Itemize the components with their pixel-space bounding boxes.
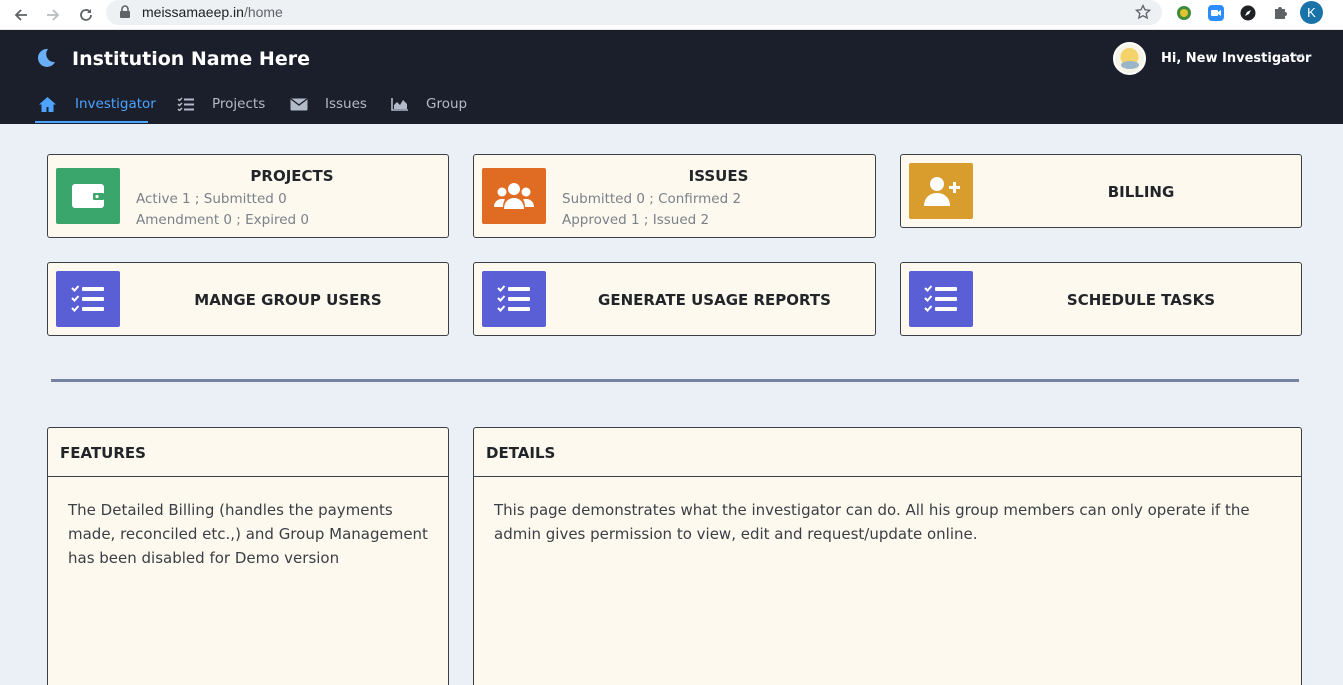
tasks-icon [909, 271, 973, 327]
issues-counts-line2: Approved 1 ; Issued 2 [562, 212, 710, 228]
card-title: MANGE GROUP USERS [194, 291, 382, 309]
compass-icon [1240, 5, 1256, 21]
reload-icon [80, 9, 92, 21]
panel-title: DETAILS [486, 444, 556, 462]
extension-globe[interactable] [1173, 2, 1195, 24]
projects-counts-line1: Active 1 ; Submitted 0 [136, 191, 287, 207]
details-panel: DETAILS This page demonstrates what the … [473, 427, 1302, 685]
tab-label: Group [426, 96, 468, 112]
generate-usage-reports-card[interactable]: GENERATE USAGE REPORTS [473, 262, 876, 336]
panel-header: DETAILS [474, 428, 1301, 477]
features-panel: FEATURES The Detailed Billing (handles t… [47, 427, 449, 685]
lock-icon [120, 5, 130, 18]
extensions-button[interactable] [1269, 2, 1291, 24]
wallet-icon [56, 168, 120, 224]
billing-card[interactable]: BILLING [900, 154, 1302, 228]
schedule-tasks-card[interactable]: SCHEDULE TASKS [900, 262, 1302, 336]
projects-card[interactable]: PROJECTS Active 1 ; Submitted 0 Amendmen… [47, 154, 449, 238]
arrow-left-icon [14, 9, 27, 21]
globe-extension-icon [1177, 6, 1191, 20]
tab-label: Investigator [75, 96, 156, 112]
user-greeting[interactable]: Hi, New Investigator [1161, 51, 1311, 66]
address-bar[interactable]: meissamaeep.in/home [106, 0, 1162, 25]
tab-group[interactable]: Group [391, 86, 467, 122]
user-avatar[interactable] [1113, 42, 1146, 75]
institution-name[interactable]: Institution Name Here [72, 48, 310, 70]
chevron-down-icon[interactable] [1294, 52, 1304, 60]
tasks-icon [482, 271, 546, 327]
section-divider [51, 379, 1299, 382]
puzzle-icon [1275, 7, 1287, 19]
back-button[interactable] [8, 2, 34, 28]
details-text: This page demonstrates what the investig… [494, 501, 1250, 543]
home-icon [38, 96, 60, 113]
features-text: The Detailed Billing (handles the paymen… [68, 501, 428, 567]
card-title: SCHEDULE TASKS [1066, 291, 1216, 309]
arrow-right-icon [47, 9, 60, 21]
tab-issues[interactable]: Issues [290, 86, 367, 122]
tasks-icon [56, 271, 120, 327]
issues-card[interactable]: ISSUES Submitted 0 ; Confirmed 2 Approve… [473, 154, 876, 238]
profile-avatar[interactable]: K [1300, 1, 1323, 24]
star-icon[interactable] [1135, 4, 1151, 20]
card-title: PROJECTS [250, 167, 334, 185]
users-icon [482, 168, 546, 224]
area-chart-icon [391, 97, 413, 111]
extension-zoom[interactable] [1205, 2, 1227, 24]
url-text: meissamaeep.in/home [142, 4, 283, 20]
reload-button[interactable] [73, 2, 99, 28]
active-tab-indicator [35, 121, 148, 123]
card-title: GENERATE USAGE REPORTS [598, 291, 831, 309]
moon-logo-icon [37, 48, 55, 67]
issues-counts-line1: Submitted 0 ; Confirmed 2 [562, 191, 742, 207]
browser-toolbar: meissamaeep.in/home K [0, 0, 1343, 30]
envelope-icon [290, 97, 312, 111]
panel-header: FEATURES [48, 428, 448, 477]
weather-avatar-icon [1120, 48, 1139, 69]
tab-investigator[interactable]: Investigator [38, 86, 156, 122]
panel-title: FEATURES [60, 444, 146, 462]
tab-label: Issues [325, 96, 367, 112]
card-title: BILLING [1107, 183, 1175, 201]
projects-counts-line2: Amendment 0 ; Expired 0 [136, 212, 309, 228]
manage-group-users-card[interactable]: MANGE GROUP USERS [47, 262, 449, 336]
url-host: meissamaeep.in [142, 4, 244, 20]
forward-button[interactable] [40, 2, 66, 28]
card-title: ISSUES [688, 167, 749, 185]
tasks-icon [177, 97, 199, 111]
tab-label: Projects [212, 96, 266, 112]
url-path: /home [243, 4, 283, 20]
tab-projects[interactable]: Projects [177, 86, 265, 122]
user-plus-icon [909, 163, 973, 219]
extension-compass[interactable] [1237, 2, 1259, 24]
video-extension-icon [1208, 5, 1224, 21]
